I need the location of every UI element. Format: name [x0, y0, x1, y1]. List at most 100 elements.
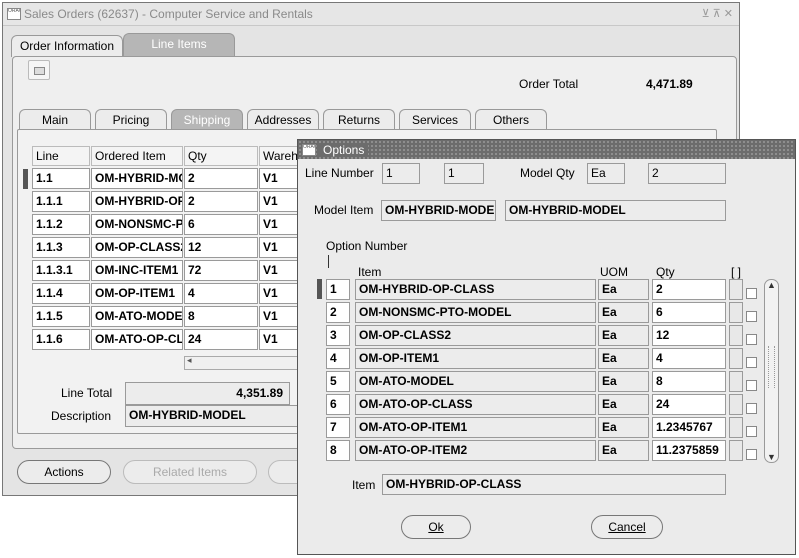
actions-button[interactable]: Actions: [17, 460, 111, 484]
ordered-item-cell[interactable]: OM-ATO-MODEL: [91, 306, 183, 327]
line-total-label: Line Total: [61, 386, 113, 400]
qty-cell[interactable]: 8: [184, 306, 258, 327]
qty-cell[interactable]: 4: [184, 283, 258, 304]
model-qty-label: Model Qty: [520, 166, 575, 180]
option-number-cell[interactable]: 3: [326, 325, 350, 346]
option-flag-cell[interactable]: [729, 302, 743, 323]
ok-button[interactable]: Ok: [401, 515, 471, 539]
option-checkbox[interactable]: [746, 380, 757, 391]
option-uom-cell: Ea: [598, 348, 649, 369]
option-flag-cell[interactable]: [729, 417, 743, 438]
option-number-cell[interactable]: 7: [326, 417, 350, 438]
options-window: ORACLE Options Line Number 1 1 Model Qty…: [297, 139, 796, 555]
option-checkbox[interactable]: [746, 403, 757, 414]
qty-cell[interactable]: 24: [184, 329, 258, 350]
option-qty-cell[interactable]: 11.2375859: [652, 440, 726, 461]
tab-pricing[interactable]: Pricing: [95, 109, 167, 131]
option-checkbox[interactable]: [746, 288, 757, 299]
option-number-cell[interactable]: 6: [326, 394, 350, 415]
option-checkbox[interactable]: [746, 426, 757, 437]
line-number-field-1: 1: [382, 163, 420, 184]
ordered-item-cell[interactable]: OM-INC-ITEM1: [91, 260, 183, 281]
qty-cell[interactable]: 12: [184, 237, 258, 258]
option-qty-cell[interactable]: 6: [652, 302, 726, 323]
qty-cell[interactable]: 2: [184, 191, 258, 212]
tab-others[interactable]: Others: [475, 109, 547, 131]
option-uom-cell: Ea: [598, 279, 649, 300]
col-header-flag: [ ]: [731, 265, 742, 279]
option-flag-cell[interactable]: [729, 348, 743, 369]
option-flag-cell[interactable]: [729, 440, 743, 461]
row-indicator[interactable]: [23, 169, 28, 189]
line-cell[interactable]: 1.1.3.1: [32, 260, 90, 281]
option-flag-cell[interactable]: [729, 325, 743, 346]
option-checkbox[interactable]: [746, 311, 757, 322]
option-item-cell: OM-ATO-MODEL: [355, 371, 596, 392]
current-row-indicator: [317, 279, 322, 299]
option-checkbox[interactable]: [746, 334, 757, 345]
qty-cell[interactable]: 6: [184, 214, 258, 235]
tab-services[interactable]: Services: [399, 109, 471, 131]
option-flag-cell[interactable]: [729, 279, 743, 300]
ordered-item-cell[interactable]: OM-OP-CLASS2: [91, 237, 183, 258]
option-number-cell[interactable]: 4: [326, 348, 350, 369]
ordered-item-cell[interactable]: OM-ATO-OP-CLASS: [91, 329, 183, 350]
option-qty-cell[interactable]: 1.2345767: [652, 417, 726, 438]
options-titlebar[interactable]: ORACLE Options: [298, 140, 795, 159]
line-cell[interactable]: 1.1.5: [32, 306, 90, 327]
tab-addresses[interactable]: Addresses: [247, 109, 319, 131]
scroll-thumb[interactable]: [768, 346, 775, 388]
option-item-cell: OM-ATO-OP-ITEM2: [355, 440, 596, 461]
option-checkbox[interactable]: [746, 357, 757, 368]
tab-order-information[interactable]: Order Information: [11, 35, 123, 57]
scroll-left-icon[interactable]: ◂: [187, 355, 192, 366]
option-qty-cell[interactable]: 12: [652, 325, 726, 346]
qty-cell[interactable]: 72: [184, 260, 258, 281]
option-qty-cell[interactable]: 2: [652, 279, 726, 300]
option-item-cell: OM-OP-ITEM1: [355, 348, 596, 369]
order-total-value: 4,471.89: [646, 77, 693, 91]
col-header-ordered-item: Ordered Item: [91, 146, 183, 166]
line-cell[interactable]: 1.1.6: [32, 329, 90, 350]
col-header-qty: Qty: [184, 146, 258, 166]
related-items-button[interactable]: Related Items: [123, 460, 257, 484]
line-cell[interactable]: 1.1.2: [32, 214, 90, 235]
line-cell[interactable]: 1.1.4: [32, 283, 90, 304]
option-number-cell[interactable]: 5: [326, 371, 350, 392]
option-checkbox[interactable]: [746, 449, 757, 460]
cancel-label: Cancel: [608, 520, 646, 534]
tab-line-items[interactable]: Line Items: [123, 33, 235, 57]
line-cell[interactable]: 1.1.3: [32, 237, 90, 258]
option-uom-cell: Ea: [598, 394, 649, 415]
tab-shipping[interactable]: Shipping: [171, 109, 243, 131]
model-item-label: Model Item: [314, 203, 374, 217]
tab-returns[interactable]: Returns: [323, 109, 395, 131]
option-number-cell[interactable]: 1: [326, 279, 350, 300]
description-label: Description: [51, 409, 112, 423]
option-flag-cell[interactable]: [729, 371, 743, 392]
qty-cell[interactable]: 2: [184, 168, 258, 189]
ordered-item-cell[interactable]: OM-NONSMC-PTO-MODEL: [91, 214, 183, 235]
scroll-up-icon[interactable]: ▲: [767, 280, 776, 290]
vertical-scrollbar[interactable]: ▲ ▼: [764, 279, 779, 463]
scroll-down-icon[interactable]: ▼: [767, 452, 776, 462]
ordered-item-cell[interactable]: OM-HYBRID-MODEL: [91, 168, 183, 189]
line-cell[interactable]: 1.1.1: [32, 191, 90, 212]
option-qty-cell[interactable]: 8: [652, 371, 726, 392]
horizontal-scrollbar[interactable]: ◂: [184, 355, 304, 370]
option-number-cell[interactable]: 8: [326, 440, 350, 461]
window-controls[interactable]: ⊻ ⊼ ✕: [702, 7, 733, 20]
ordered-item-cell[interactable]: OM-HYBRID-OP-CLASS: [91, 191, 183, 212]
option-uom-cell: Ea: [598, 302, 649, 323]
line-cell[interactable]: 1.1: [32, 168, 90, 189]
sales-orders-titlebar[interactable]: ORACLE Sales Orders (62637) - Computer S…: [3, 3, 739, 26]
option-qty-cell[interactable]: 4: [652, 348, 726, 369]
option-qty-cell[interactable]: 24: [652, 394, 726, 415]
option-number-cell[interactable]: 2: [326, 302, 350, 323]
tab-main[interactable]: Main: [19, 109, 91, 131]
ordered-item-cell[interactable]: OM-OP-ITEM1: [91, 283, 183, 304]
attachment-icon[interactable]: [28, 60, 50, 80]
option-flag-cell[interactable]: [729, 394, 743, 415]
ok-label: Ok: [428, 520, 444, 534]
cancel-button[interactable]: Cancel: [591, 515, 663, 539]
